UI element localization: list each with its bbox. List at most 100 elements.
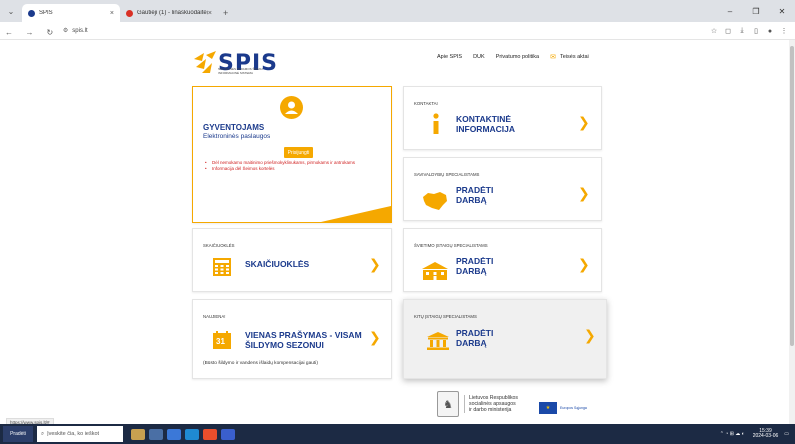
- nav-link-duk[interactable]: DUK: [473, 54, 485, 60]
- nav-link-privatumas[interactable]: Privatumo politika: [496, 54, 539, 60]
- card-category: KONTAKTAI: [414, 101, 438, 106]
- chevron-right-icon[interactable]: ❯: [578, 186, 590, 202]
- nav-link-apie[interactable]: Apie SPIS: [437, 54, 462, 60]
- spis-logo[interactable]: SPIS SOCIALINĖS PARAMOS ŠEIMAI INFORMACI…: [192, 49, 282, 77]
- url-text: spis.lt: [72, 27, 88, 34]
- card-title-line: DARBĄ: [456, 266, 487, 276]
- tray-icons[interactable]: ⌃ ◔ ⊞ ☁ ◐: [720, 431, 745, 437]
- card-naujiena[interactable]: NAUJIENA! 31 VIENAS PRAŠYMAS - VISAM ŠIL…: [192, 299, 392, 379]
- card-kitu-istaigu[interactable]: KITŲ ĮSTAIGŲ SPECIALISTAMS PRADĖTI DARBĄ…: [403, 299, 607, 379]
- calendar-date: 31: [216, 337, 225, 346]
- tab-spis[interactable]: SPIS ×: [22, 4, 120, 22]
- scrollbar[interactable]: [789, 40, 795, 424]
- card-title-line: KONTAKTINĖ: [456, 114, 512, 124]
- link-seimos-kortele[interactable]: Informacija dėl Šeimos kortelės: [205, 166, 375, 172]
- tab-gmail[interactable]: Gautieji (1) - linaskuodaite@... ×: [120, 4, 218, 22]
- close-window-icon[interactable]: ✕: [769, 7, 795, 16]
- card-title: PRADĖTI DARBĄ: [456, 185, 493, 205]
- scrollbar-thumb[interactable]: [790, 46, 794, 346]
- card-subtitle: Elektroninės paslaugos: [203, 133, 271, 140]
- widget-icon[interactable]: [131, 428, 145, 440]
- resident-links: Dėl nemokamo maitinimo priešmokyklinukam…: [205, 160, 375, 171]
- app-icon[interactable]: [221, 428, 235, 440]
- restore-icon[interactable]: ❐: [743, 7, 769, 16]
- card-title-line: DARBĄ: [456, 338, 487, 348]
- explorer-icon[interactable]: [167, 428, 181, 440]
- card-category: ŠVIETIMO ĮSTAIGŲ SPECIALISTAMS: [414, 243, 488, 248]
- new-tab-button[interactable]: +: [218, 4, 233, 22]
- coat-of-arms-icon: ♞: [437, 391, 459, 417]
- close-icon[interactable]: ×: [208, 10, 212, 17]
- card-category: KITŲ ĮSTAIGŲ SPECIALISTAMS: [414, 314, 477, 319]
- start-button[interactable]: Pradėti: [3, 426, 33, 442]
- card-title: VIENAS PRAŠYMAS - VISAM ŠILDYMO SEZONUI: [245, 330, 362, 350]
- clock[interactable]: 15:39 2024-03-06: [752, 428, 779, 440]
- site-info-icon[interactable]: ⚙: [63, 27, 68, 34]
- card-title-line: PRADĖTI: [456, 256, 494, 266]
- login-button[interactable]: Prisijungti: [284, 147, 313, 158]
- bookmark-star-icon[interactable]: ☆: [707, 27, 721, 35]
- card-category: NAUJIENA!: [203, 314, 226, 319]
- windows-taskbar: Pradėti ⌕ Įveskite čia, ko ieškot ⌃ ◔ ⊞ …: [0, 424, 795, 444]
- address-bar: ← → ↻ ⚙ spis.lt ☆ ◻ ⤓ ▯ ● ⋮: [0, 22, 795, 40]
- chevron-right-icon[interactable]: ❯: [578, 257, 590, 273]
- page-content: [0, 40, 795, 424]
- back-icon[interactable]: ←: [2, 28, 16, 37]
- card-skaiciuokles[interactable]: SKAIČIUOKLĖS SKAIČIUOKLĖS ❯: [192, 228, 392, 292]
- card-kontaktai[interactable]: KONTAKTAI KONTAKTINĖ INFORMACIJA ❯: [403, 86, 602, 150]
- card-title-line: VIENAS PRAŠYMAS - VISAM: [245, 330, 362, 340]
- reload-icon[interactable]: ↻: [43, 28, 57, 37]
- ministry-line: ir darbo ministerija: [469, 407, 512, 413]
- taskbar-search[interactable]: ⌕ Įveskite čia, ko ieškot: [37, 426, 123, 442]
- card-title: GYVENTOJAMS: [203, 123, 265, 132]
- notification-icon[interactable]: ▭: [784, 431, 789, 437]
- chevron-right-icon[interactable]: ❯: [584, 328, 596, 344]
- sidebar-icon[interactable]: ▯: [749, 27, 763, 35]
- menu-icon[interactable]: ⋮: [777, 27, 791, 35]
- card-svietimo[interactable]: ŠVIETIMO ĮSTAIGŲ SPECIALISTAMS PRADĖTI D…: [403, 228, 602, 292]
- card-gyventojams: GYVENTOJAMS Elektroninės paslaugos Prisi…: [192, 86, 392, 223]
- gmail-favicon-icon: [126, 9, 133, 17]
- chevron-right-icon[interactable]: ❯: [369, 257, 381, 273]
- chevron-right-icon[interactable]: ❯: [369, 330, 381, 346]
- forward-icon[interactable]: →: [22, 28, 36, 37]
- search-placeholder: Įveskite čia, ko ieškot: [47, 431, 100, 437]
- card-title-line: INFORMACIJA: [456, 124, 516, 134]
- nav-link-teises[interactable]: Teisės aktai: [560, 54, 589, 60]
- logo-subtitle: SOCIALINĖS PARAMOS ŠEIMAI INFORMACINĖ SI…: [218, 67, 263, 75]
- card-title: PRADĖTI DARBĄ: [456, 256, 493, 276]
- extensions-icon[interactable]: ◻: [721, 27, 735, 35]
- card-title-line: DARBĄ: [456, 195, 487, 205]
- taskview-icon[interactable]: [149, 428, 163, 440]
- tab-title: Gautieji (1) - linaskuodaite@...: [137, 10, 208, 16]
- card-title-line: PRADĖTI: [456, 185, 494, 195]
- eu-logo[interactable]: ★ Europos Sąjunga: [539, 396, 599, 420]
- browser-tab-bar: ⌄ SPIS × Gautieji (1) - linaskuodaite@..…: [0, 0, 795, 22]
- edge-icon[interactable]: [185, 428, 199, 440]
- download-icon[interactable]: ⤓: [735, 27, 749, 35]
- chrome-icon[interactable]: [203, 428, 217, 440]
- info-icon: [431, 113, 441, 140]
- url-field[interactable]: ⚙ spis.lt: [63, 24, 683, 37]
- chevron-right-icon[interactable]: ❯: [578, 115, 590, 131]
- card-savivaldybiu[interactable]: SAVIVALDYBIŲ SPECIALISTAMS PRADĖTI DARBĄ…: [403, 157, 602, 221]
- window-controls: – ❐ ✕: [717, 0, 795, 22]
- card-title: KONTAKTINĖ INFORMACIJA: [456, 114, 515, 134]
- profile-icon[interactable]: ●: [763, 28, 777, 35]
- card-title-line: PRADĖTI: [456, 328, 494, 338]
- calendar-icon: 31: [213, 331, 231, 354]
- user-icon: [280, 96, 303, 119]
- mail-icon: ✉: [550, 54, 556, 61]
- school-icon: [422, 262, 448, 285]
- search-icon: ⌕: [41, 430, 45, 437]
- ministry-logo[interactable]: ♞ Lietuvos Respublikos socialinės apsaug…: [437, 391, 518, 417]
- minimize-icon[interactable]: –: [717, 7, 743, 16]
- spis-favicon-icon: [28, 9, 35, 17]
- institution-icon: [427, 332, 449, 355]
- clock-date: 2024-03-06: [752, 433, 779, 439]
- taskbar-apps: [131, 428, 239, 440]
- tab-search-icon[interactable]: ⌄: [0, 0, 22, 22]
- close-icon[interactable]: ×: [110, 10, 114, 17]
- card-category: SKAIČIUOKLĖS: [203, 243, 235, 248]
- ministry-name: Lietuvos Respublikos socialinės apsaugos…: [464, 395, 518, 413]
